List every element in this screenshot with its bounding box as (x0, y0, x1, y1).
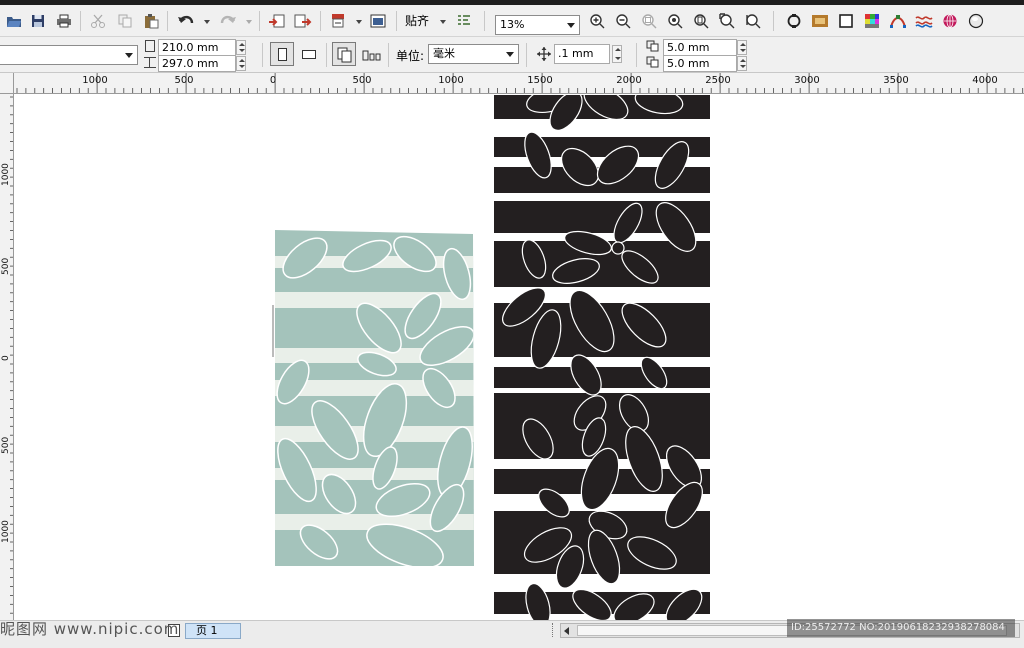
fabric-photo-pattern (275, 230, 474, 566)
paste-icon[interactable] (141, 11, 161, 31)
wave-icon[interactable] (914, 11, 934, 31)
node-icon[interactable] (888, 11, 908, 31)
v-ruler-label: 1000 (1, 520, 11, 543)
page-tab-1[interactable]: 页 1 (185, 623, 241, 639)
frame-icon[interactable] (836, 11, 856, 31)
all-pages-icon (337, 47, 352, 63)
vector-pattern-shapes (494, 95, 710, 620)
outline-icon[interactable] (784, 11, 804, 31)
v-ruler-label: 500 (1, 436, 11, 454)
app-launcher-icon[interactable] (368, 11, 388, 31)
h-ruler-label: 1000 (82, 75, 108, 86)
h-ruler-label: 2000 (616, 75, 642, 86)
fabric-photo[interactable] (275, 230, 475, 568)
h-ruler-label: 1500 (527, 75, 553, 86)
page-border-marker (272, 305, 274, 357)
page-height-icon (144, 57, 156, 68)
print-icon[interactable] (54, 11, 74, 31)
duplicate-y-icon (646, 56, 659, 68)
export-icon[interactable] (293, 11, 313, 31)
nudge-spinner[interactable] (612, 45, 622, 63)
current-page-icon (362, 50, 381, 61)
zoom-in-icon[interactable] (587, 11, 607, 31)
zoom-level-value: 13% (500, 18, 525, 31)
h-ruler-label: 3000 (794, 75, 820, 86)
vector-pattern[interactable] (494, 95, 710, 620)
redo-icon[interactable] (218, 11, 238, 31)
h-ruler-label: 2500 (705, 75, 731, 86)
page-width-field[interactable]: 210.0 mm (158, 39, 236, 56)
cut-icon[interactable] (88, 11, 108, 31)
duplicate-x-field[interactable]: 5.0 mm (663, 39, 737, 56)
sphere-icon[interactable] (940, 11, 960, 31)
snap-options-icon[interactable] (454, 11, 474, 31)
h-ruler-label: 500 (352, 75, 372, 86)
h-ruler-label: 4000 (972, 75, 998, 86)
zoom-out-icon[interactable] (613, 11, 633, 31)
globe-icon[interactable] (966, 11, 986, 31)
drawing-canvas[interactable] (15, 95, 1024, 620)
duplicate-y-spinner[interactable] (737, 56, 747, 71)
page-width-icon (145, 40, 155, 52)
copy-icon[interactable] (115, 11, 135, 31)
scroll-left-icon[interactable] (564, 627, 569, 635)
unit-select[interactable]: 毫米 (428, 44, 519, 64)
unit-value: 毫米 (433, 47, 455, 60)
zoom-fit-icon[interactable] (639, 11, 659, 31)
duplicate-x-spinner[interactable] (737, 40, 747, 55)
import-icon[interactable] (267, 11, 287, 31)
duplicate-y-field[interactable]: 5.0 mm (663, 55, 737, 72)
landscape-icon (302, 50, 316, 59)
nudge-icon (537, 47, 551, 61)
nudge-distance-field[interactable]: .1 mm (554, 44, 610, 64)
zoom-width-icon[interactable] (717, 11, 737, 31)
portrait-icon (278, 48, 287, 61)
h-ruler-label: 1000 (438, 75, 464, 86)
vertical-ruler[interactable]: 1000 500 0 500 1000 (0, 94, 14, 620)
landscape-button[interactable] (298, 42, 322, 66)
v-ruler-label: 500 (1, 257, 11, 275)
zoom-selected-icon[interactable] (665, 11, 685, 31)
h-ruler-label: 0 (269, 75, 277, 86)
property-bar: 210.0 mm 297.0 mm 单位: 毫米 .1 mm 5.0 mm 5.… (0, 37, 1024, 73)
portrait-button[interactable] (270, 42, 294, 66)
zoom-height-icon[interactable] (743, 11, 763, 31)
zoom-page-icon[interactable] (691, 11, 711, 31)
paper-preset-select[interactable] (0, 45, 138, 65)
site-watermark: 昵图网 www.nipic.com (0, 620, 180, 638)
page-width-spinner[interactable] (236, 40, 246, 55)
standard-toolbar: 贴齐 13% (0, 5, 1024, 37)
v-ruler-label: 0 (1, 355, 11, 361)
save-icon[interactable] (28, 11, 48, 31)
zoom-level-select[interactable]: 13% (495, 15, 580, 35)
all-pages-button[interactable] (332, 42, 356, 66)
color-grid-icon[interactable] (862, 11, 882, 31)
unit-label: 单位: (396, 49, 425, 63)
page-height-spinner[interactable] (236, 56, 246, 71)
open-icon[interactable] (4, 11, 24, 31)
duplicate-x-icon (646, 40, 659, 52)
horizontal-ruler[interactable]: 1000 500 0 500 1000 1500 2000 2500 3000 … (14, 73, 1024, 94)
undo-icon[interactable] (176, 11, 196, 31)
ruler-origin[interactable] (0, 73, 14, 94)
snap-label[interactable]: 贴齐 (405, 12, 429, 29)
v-ruler-label: 1000 (1, 163, 11, 186)
current-page-button[interactable] (360, 42, 384, 66)
publish-pdf-icon[interactable] (329, 11, 349, 31)
h-ruler-label: 500 (174, 75, 194, 86)
bitmap-icon[interactable] (810, 11, 830, 31)
h-ruler-label: 3500 (883, 75, 909, 86)
page-height-field[interactable]: 297.0 mm (158, 55, 236, 72)
splitter[interactable] (552, 623, 554, 637)
image-id-watermark: ID:25572772 NO:20190618232938278084 (787, 619, 1015, 637)
